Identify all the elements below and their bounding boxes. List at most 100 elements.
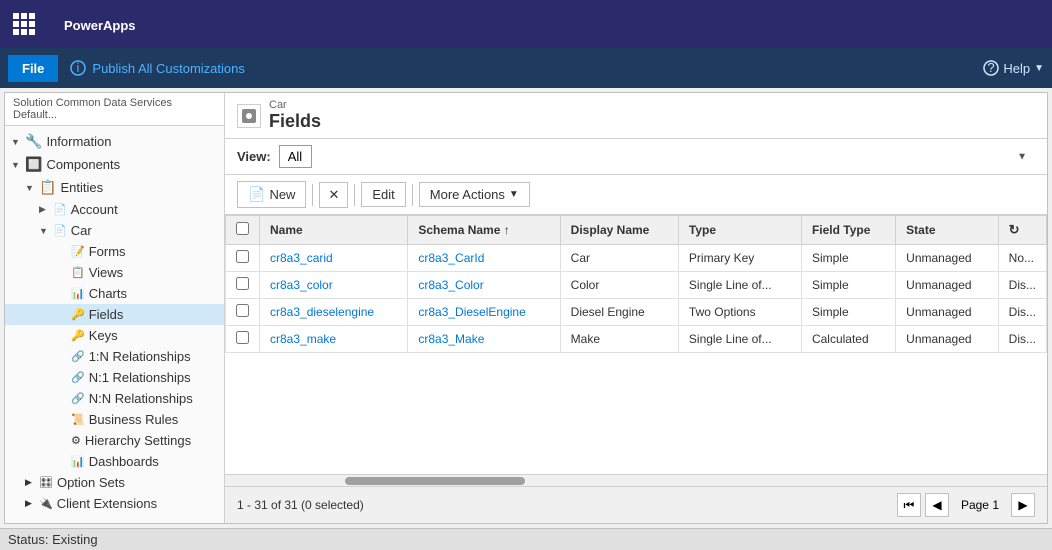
th-type[interactable]: Type (678, 216, 801, 245)
more-actions-button[interactable]: More Actions ▼ (419, 182, 530, 207)
new-icon: 📄 (248, 186, 265, 203)
select-all-checkbox[interactable] (236, 222, 249, 235)
sidebar-item-1n-label: 1:N Relationships (89, 349, 191, 364)
app-title-bold: Apps (103, 18, 136, 33)
view-select-wrapper: All (279, 145, 1035, 168)
sidebar-item-nn-relationships[interactable]: 🔗 N:N Relationships (5, 388, 224, 409)
waffle-menu[interactable] (0, 0, 48, 48)
field-extra-1: No... (998, 245, 1046, 272)
th-checkbox[interactable] (226, 216, 260, 245)
table-row: cr8a3_carid cr8a3_CarId Car Primary Key … (226, 245, 1047, 272)
sidebar-item-account-label: Account (71, 202, 118, 217)
field-type-3: Two Options (678, 299, 801, 326)
field-name-4[interactable]: cr8a3_make (260, 326, 408, 353)
entity-icon (237, 104, 261, 128)
th-state[interactable]: State (896, 216, 998, 245)
sidebar-item-car[interactable]: ▼ 📄 Car (5, 220, 224, 241)
field-type-2: Single Line of... (678, 272, 801, 299)
field-extra-2: Dis... (998, 272, 1046, 299)
sidebar-item-keys[interactable]: 🔑 Keys (5, 325, 224, 346)
app-title-plain: Power (64, 18, 103, 33)
th-name[interactable]: Name (260, 216, 408, 245)
th-field-type[interactable]: Field Type (801, 216, 895, 245)
new-button[interactable]: 📄 New (237, 181, 306, 208)
delete-label: ✕ (328, 187, 339, 203)
table-row: cr8a3_dieselengine cr8a3_DieselEngine Di… (226, 299, 1047, 326)
refresh-icon[interactable]: ↻ (1009, 222, 1020, 237)
row-checkbox-1[interactable] (226, 245, 260, 272)
row-checkbox-4[interactable] (226, 326, 260, 353)
content-area: Car Fields View: All 📄 New ✕ (225, 93, 1047, 523)
horizontal-scrollbar[interactable] (225, 474, 1047, 486)
field-schema-4[interactable]: cr8a3_Make (408, 326, 560, 353)
page-title: Fields (269, 111, 321, 132)
help-button[interactable]: ? Help ▼ (983, 60, 1044, 76)
sidebar-item-option-sets[interactable]: ▶ 🎛 Option Sets (5, 472, 224, 493)
field-display-1: Car (560, 245, 678, 272)
field-schema-3[interactable]: cr8a3_DieselEngine (408, 299, 560, 326)
field-state-3: Unmanaged (896, 299, 998, 326)
status-text: Status: Existing (8, 532, 98, 547)
th-refresh[interactable]: ↻ (998, 216, 1046, 245)
field-fieldtype-4: Calculated (801, 326, 895, 353)
field-state-4: Unmanaged (896, 326, 998, 353)
edit-label: Edit (372, 187, 394, 202)
sidebar: Solution Common Data Services Default...… (5, 93, 225, 523)
field-name-1[interactable]: cr8a3_carid (260, 245, 408, 272)
svg-text:i: i (77, 60, 80, 75)
next-page-button[interactable]: ▶ (1011, 493, 1035, 517)
sidebar-item-fields[interactable]: 🔑 Fields (5, 304, 224, 325)
field-schema-2[interactable]: cr8a3_Color (408, 272, 560, 299)
sidebar-item-forms-label: Forms (89, 244, 126, 259)
sidebar-item-forms[interactable]: 📝 Forms (5, 241, 224, 262)
toolbar-separator-3 (412, 184, 413, 206)
field-extra-4: Dis... (998, 326, 1046, 353)
pagination-info: 1 - 31 of 31 (0 selected) (237, 498, 364, 512)
help-icon: ? (983, 60, 999, 76)
delete-button[interactable]: ✕ (319, 182, 348, 208)
field-name-3[interactable]: cr8a3_dieselengine (260, 299, 408, 326)
table-container[interactable]: Name Schema Name ↑ Display Name Type Fie… (225, 215, 1047, 474)
checkbox-4[interactable] (236, 331, 249, 344)
sidebar-item-dashboards[interactable]: 📊 Dashboards (5, 451, 224, 472)
sidebar-item-client-extensions-label: Client Extensions (57, 496, 157, 511)
sidebar-item-charts[interactable]: 📊 Charts (5, 283, 224, 304)
sidebar-item-1n-relationships[interactable]: 🔗 1:N Relationships (5, 346, 224, 367)
sidebar-item-n1-relationships[interactable]: 🔗 N:1 Relationships (5, 367, 224, 388)
th-display-name[interactable]: Display Name (560, 216, 678, 245)
solution-label: Solution Common Data Services Default... (5, 93, 224, 126)
sidebar-item-entities-label: Entities (60, 180, 103, 195)
prev-page-button[interactable]: ◀ (925, 493, 949, 517)
sidebar-item-information[interactable]: ▼ 🔧 Information (5, 130, 224, 153)
view-select[interactable]: All (279, 145, 312, 168)
edit-button[interactable]: Edit (361, 182, 405, 207)
sidebar-item-account[interactable]: ▶ 📄 Account (5, 199, 224, 220)
sidebar-item-option-sets-label: Option Sets (57, 475, 125, 490)
row-checkbox-2[interactable] (226, 272, 260, 299)
first-page-button[interactable]: ⏮ (897, 493, 921, 517)
sidebar-item-dashboards-label: Dashboards (89, 454, 159, 469)
field-schema-1[interactable]: cr8a3_CarId (408, 245, 560, 272)
toolbar-separator-1 (312, 184, 313, 206)
field-fieldtype-2: Simple (801, 272, 895, 299)
sidebar-item-views[interactable]: 📋 Views (5, 262, 224, 283)
sidebar-item-client-extensions[interactable]: ▶ 🔌 Client Extensions (5, 493, 224, 514)
field-display-3: Diesel Engine (560, 299, 678, 326)
sidebar-item-fields-label: Fields (89, 307, 124, 322)
th-schema-name[interactable]: Schema Name ↑ (408, 216, 560, 245)
sidebar-item-hierarchy[interactable]: ⚙ Hierarchy Settings (5, 430, 224, 451)
field-display-4: Make (560, 326, 678, 353)
checkbox-3[interactable] (236, 304, 249, 317)
row-checkbox-3[interactable] (226, 299, 260, 326)
sidebar-item-components[interactable]: ▼ 🔲 Components (5, 153, 224, 176)
checkbox-1[interactable] (236, 250, 249, 263)
checkbox-2[interactable] (236, 277, 249, 290)
publish-button[interactable]: i Publish All Customizations (70, 60, 244, 76)
sidebar-item-entities[interactable]: ▼ 📋 Entities (5, 176, 224, 199)
field-name-2[interactable]: cr8a3_color (260, 272, 408, 299)
fields-table: Name Schema Name ↑ Display Name Type Fie… (225, 215, 1047, 353)
file-button[interactable]: File (8, 55, 58, 82)
table-header-row: Name Schema Name ↑ Display Name Type Fie… (226, 216, 1047, 245)
scrollbar-thumb[interactable] (345, 477, 525, 485)
sidebar-item-business-rules[interactable]: 📜 Business Rules (5, 409, 224, 430)
